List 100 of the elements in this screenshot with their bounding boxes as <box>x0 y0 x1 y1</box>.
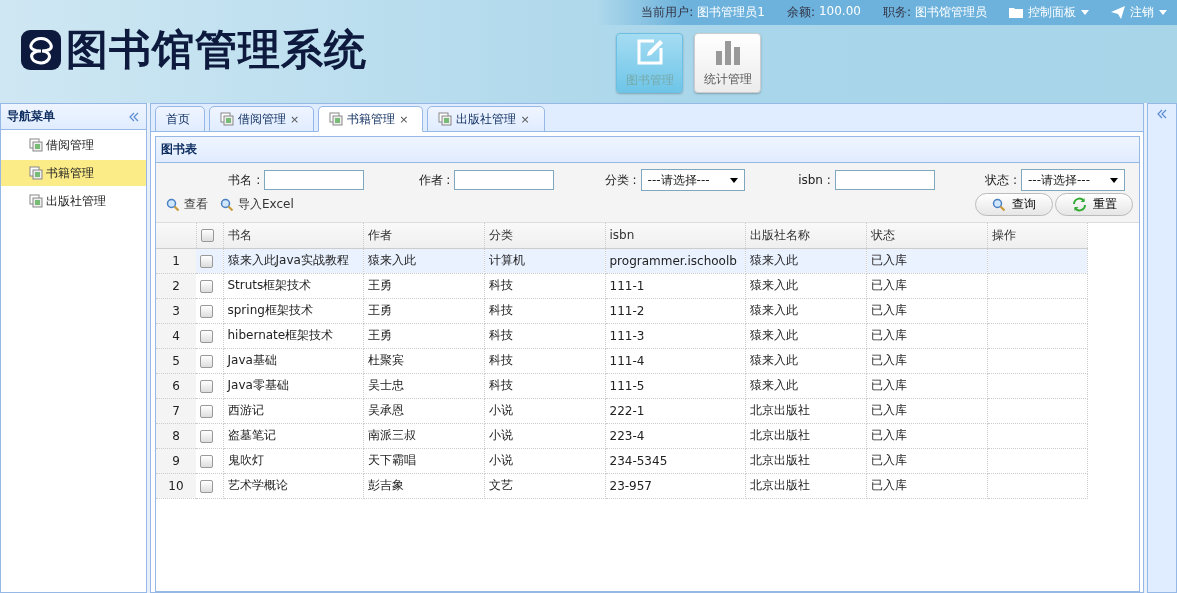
close-icon[interactable]: × <box>520 112 530 126</box>
table-row[interactable]: 8 盗墓笔记 南派三叔 小说 223-4 北京出版社 已入库 <box>156 423 1087 448</box>
checkbox[interactable] <box>200 379 213 393</box>
checkbox[interactable] <box>200 254 213 268</box>
table-cell: 北京出版社 <box>745 448 866 473</box>
table-cell: 文艺 <box>484 473 605 498</box>
table-cell: hibernate框架技术 <box>223 323 363 348</box>
table-cell: 223-4 <box>605 423 745 448</box>
select-field[interactable]: ---请选择--- <box>640 169 745 191</box>
table-cell: 已入库 <box>866 448 987 473</box>
table-cell: 111-3 <box>605 323 745 348</box>
table-row[interactable]: 3 spring框架技术 王勇 科技 111-2 猿来入此 已入库 <box>156 298 1087 323</box>
table-row[interactable]: 5 Java基础 杜聚宾 科技 111-4 猿来入此 已入库 <box>156 348 1087 373</box>
select-field[interactable]: ---请选择--- <box>1021 169 1125 191</box>
caret-icon <box>1110 177 1118 183</box>
caret-icon <box>729 177 738 183</box>
module-button[interactable]: 统计管理 <box>694 33 761 93</box>
table-cell: 吴承恩 <box>363 398 484 423</box>
pages-icon <box>329 112 344 126</box>
table-row[interactable]: 10 艺术学概论 彭吉象 文艺 23-957 北京出版社 已入库 <box>156 473 1087 498</box>
table-cell: 小说 <box>484 448 605 473</box>
column-header[interactable]: 书名 <box>223 223 363 248</box>
nav-item[interactable]: 借阅管理 <box>1 132 146 158</box>
column-header[interactable]: 状态 <box>866 223 987 248</box>
toolbar-button[interactable]: 导入Excel <box>220 196 294 213</box>
checkbox[interactable] <box>200 229 214 243</box>
search-icon <box>220 197 234 212</box>
action-button[interactable]: 查询 <box>975 193 1053 216</box>
table-cell: 王勇 <box>363 298 484 323</box>
table-cell: 猿来入此 <box>745 348 866 373</box>
row-number: 7 <box>156 398 196 423</box>
row-number: 2 <box>156 273 196 298</box>
field-label: 书名 : <box>228 171 261 189</box>
checkbox[interactable] <box>200 454 213 468</box>
table-cell: 科技 <box>484 348 605 373</box>
pages-icon <box>220 112 234 126</box>
table-row[interactable]: 6 Java零基础 吴士忠 科技 111-5 猿来入此 已入库 <box>156 373 1087 398</box>
input-field[interactable] <box>264 170 365 190</box>
table-cell: 猿来入此 <box>745 273 866 298</box>
info-value: 图书管理员1 <box>697 4 765 21</box>
table-row[interactable]: 2 Struts框架技术 王勇 科技 111-1 猿来入此 已入库 <box>156 273 1087 298</box>
table-cell: 已入库 <box>866 473 987 498</box>
row-number: 10 <box>156 473 196 498</box>
table-cell: 小说 <box>484 423 605 448</box>
table-cell: 小说 <box>484 398 605 423</box>
table-cell: 彭吉象 <box>363 473 484 498</box>
close-icon[interactable]: × <box>290 112 300 126</box>
collapse-icon[interactable] <box>128 110 140 123</box>
row-number: 6 <box>156 373 196 398</box>
table-cell: 猿来入此 <box>745 298 866 323</box>
nav-item[interactable]: 出版社管理 <box>1 188 146 214</box>
checkbox[interactable] <box>200 354 213 368</box>
table-cell: 已入库 <box>866 373 987 398</box>
table-cell: 猿来入此Java实战教程 <box>223 248 363 273</box>
checkbox[interactable] <box>200 404 213 418</box>
table-cell: 南派三叔 <box>363 423 484 448</box>
table-cell: 北京出版社 <box>745 423 866 448</box>
table-cell: 北京出版社 <box>745 473 866 498</box>
pages-icon <box>29 166 43 180</box>
column-header[interactable]: 出版社名称 <box>745 223 866 248</box>
column-header[interactable]: 操作 <box>987 223 1087 248</box>
table-cell: 天下霸唱 <box>363 448 484 473</box>
table-cell: 已入库 <box>866 248 987 273</box>
input-field[interactable] <box>454 170 555 190</box>
checkbox[interactable] <box>200 304 213 318</box>
row-number: 8 <box>156 423 196 448</box>
checkbox[interactable] <box>200 279 213 293</box>
checkbox[interactable] <box>200 429 213 443</box>
field-label: isbn : <box>798 173 831 187</box>
tab[interactable]: 首页 <box>155 106 205 132</box>
action-button[interactable]: 重置 <box>1055 193 1133 216</box>
row-number: 5 <box>156 348 196 373</box>
table-cell: 111-4 <box>605 348 745 373</box>
column-header[interactable]: 分类 <box>484 223 605 248</box>
logo-icon <box>20 29 62 71</box>
tab[interactable]: 借阅管理 × <box>209 106 315 132</box>
tab[interactable]: 出版社管理 × <box>427 106 545 132</box>
folder-icon <box>1009 7 1023 18</box>
table-row[interactable]: 7 西游记 吴承恩 小说 222-1 北京出版社 已入库 <box>156 398 1087 423</box>
toolbar-button[interactable]: 查看 <box>166 196 208 213</box>
refresh-icon <box>1071 197 1087 212</box>
table-row[interactable]: 4 hibernate框架技术 王勇 科技 111-3 猿来入此 已入库 <box>156 323 1087 348</box>
row-number: 9 <box>156 448 196 473</box>
input-field[interactable] <box>834 170 935 190</box>
table-cell: Struts框架技术 <box>223 273 363 298</box>
tab[interactable]: 书籍管理 × <box>318 106 424 132</box>
table-row[interactable]: 1 猿来入此Java实战教程 猿来入此 计算机 programmer.ischoolb 猿来入此 已入库 <box>156 248 1087 273</box>
nav-item[interactable]: 书籍管理 <box>1 160 146 186</box>
column-header[interactable]: 作者 <box>363 223 484 248</box>
table-cell: 科技 <box>484 323 605 348</box>
field-label: 状态 : <box>985 171 1017 189</box>
close-icon[interactable]: × <box>399 112 409 126</box>
paper-plane-icon <box>1111 6 1125 19</box>
row-number: 3 <box>156 298 196 323</box>
checkbox[interactable] <box>200 479 213 493</box>
checkbox[interactable] <box>200 329 213 343</box>
column-header[interactable]: isbn <box>605 223 745 248</box>
collapse-icon[interactable] <box>1156 108 1168 120</box>
table-row[interactable]: 9 鬼吹灯 天下霸唱 小说 234-5345 北京出版社 已入库 <box>156 448 1087 473</box>
table-cell: 猿来入此 <box>745 248 866 273</box>
